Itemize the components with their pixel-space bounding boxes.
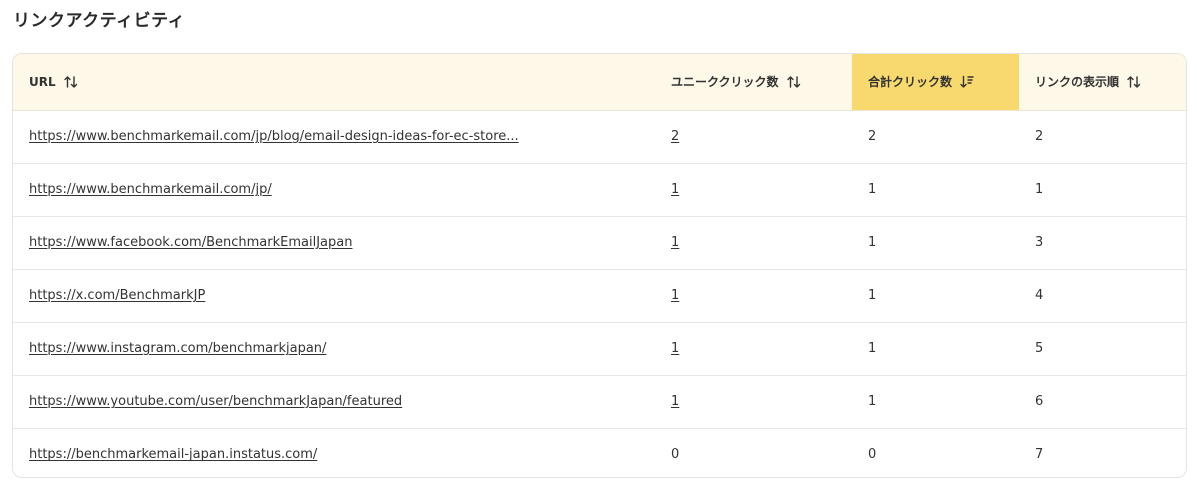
sort-both-icon[interactable] [786, 74, 802, 90]
unique-clicks-link[interactable]: 1 [671, 341, 679, 356]
column-header-label: リンクの表示順 [1035, 75, 1120, 90]
column-header-url[interactable]: URL [13, 54, 655, 111]
sort-desc-icon[interactable] [959, 74, 975, 90]
display-order-cell: 1 [1019, 162, 1186, 216]
column-header-total-clicks[interactable]: 合計クリック数 [852, 54, 1019, 111]
table-body: https://www.benchmarkemail.com/jp/blog/e… [13, 110, 1186, 477]
link-activity-table-card: URL ユニーククリック数 合計クリック数 リンクの表示順 https://ww… [12, 53, 1187, 478]
url-link[interactable]: https://www.benchmarkemail.com/jp/ [29, 182, 272, 197]
display-order-cell: 4 [1019, 268, 1186, 322]
column-header-label: ユニーククリック数 [671, 75, 779, 90]
column-header-unique-clicks[interactable]: ユニーククリック数 [655, 54, 852, 111]
link-activity-table: URL ユニーククリック数 合計クリック数 リンクの表示順 https://ww… [13, 54, 1186, 477]
sort-both-icon[interactable] [1126, 74, 1142, 90]
table-row: https://www.benchmarkemail.com/jp/ 1 1 1 [13, 162, 1186, 216]
unique-clicks-link[interactable]: 1 [671, 288, 679, 303]
url-cell: https://x.com/BenchmarkJP [13, 268, 655, 322]
total-clicks-cell: 1 [852, 268, 1019, 322]
url-cell: https://www.youtube.com/user/benchmarkJa… [13, 374, 655, 428]
total-clicks-cell: 1 [852, 321, 1019, 375]
display-order-cell: 3 [1019, 215, 1186, 269]
unique-clicks-cell: 2 [655, 110, 852, 163]
unique-clicks-link[interactable]: 1 [671, 182, 679, 197]
total-clicks-cell: 0 [852, 427, 1019, 477]
sort-both-icon[interactable] [63, 74, 79, 90]
display-order-cell: 7 [1019, 427, 1186, 477]
unique-clicks-cell: 1 [655, 268, 852, 322]
url-cell: https://www.instagram.com/benchmarkjapan… [13, 321, 655, 375]
display-order-cell: 5 [1019, 321, 1186, 375]
url-link[interactable]: https://benchmarkemail-japan.instatus.co… [29, 447, 317, 462]
total-clicks-cell: 1 [852, 374, 1019, 428]
table-row: https://benchmarkemail-japan.instatus.co… [13, 427, 1186, 477]
unique-clicks-link[interactable]: 1 [671, 235, 679, 250]
unique-clicks-cell: 1 [655, 162, 852, 216]
url-link[interactable]: https://x.com/BenchmarkJP [29, 288, 205, 303]
url-cell: https://www.benchmarkemail.com/jp/ [13, 162, 655, 216]
url-link[interactable]: https://www.facebook.com/BenchmarkEmailJ… [29, 235, 352, 250]
unique-clicks-link[interactable]: 1 [671, 394, 679, 409]
column-header-label: URL [29, 74, 56, 89]
unique-clicks-cell: 0 [655, 427, 852, 477]
table-row: https://x.com/BenchmarkJP 1 1 4 [13, 268, 1186, 322]
column-header-display-order[interactable]: リンクの表示順 [1019, 54, 1186, 111]
total-clicks-cell: 1 [852, 215, 1019, 269]
url-link[interactable]: https://www.benchmarkemail.com/jp/blog/e… [29, 129, 519, 144]
table-row: https://www.benchmarkemail.com/jp/blog/e… [13, 110, 1186, 163]
table-row: https://www.instagram.com/benchmarkjapan… [13, 321, 1186, 375]
unique-clicks-cell: 1 [655, 215, 852, 269]
display-order-cell: 6 [1019, 374, 1186, 428]
url-cell: https://benchmarkemail-japan.instatus.co… [13, 427, 655, 477]
total-clicks-cell: 2 [868, 129, 877, 144]
url-cell: https://www.facebook.com/BenchmarkEmailJ… [13, 215, 655, 269]
url-cell: https://www.benchmarkemail.com/jp/blog/e… [13, 110, 655, 163]
unique-clicks-cell: 1 [655, 321, 852, 375]
table-row: https://www.youtube.com/user/benchmarkJa… [13, 374, 1186, 428]
display-order-cell: 2 [1035, 129, 1044, 144]
table-header-row: URL ユニーククリック数 合計クリック数 リンクの表示順 [13, 54, 1186, 111]
table-row: https://www.facebook.com/BenchmarkEmailJ… [13, 215, 1186, 269]
total-clicks-cell: 1 [852, 162, 1019, 216]
unique-clicks-cell: 1 [655, 374, 852, 428]
url-link[interactable]: https://www.instagram.com/benchmarkjapan… [29, 341, 326, 356]
url-link[interactable]: https://www.youtube.com/user/benchmarkJa… [29, 394, 402, 409]
page-title: リンクアクティビティ [13, 11, 186, 31]
table-header: URL ユニーククリック数 合計クリック数 リンクの表示順 [13, 54, 1186, 111]
unique-clicks-link[interactable]: 2 [671, 129, 679, 144]
column-header-label: 合計クリック数 [868, 75, 953, 90]
